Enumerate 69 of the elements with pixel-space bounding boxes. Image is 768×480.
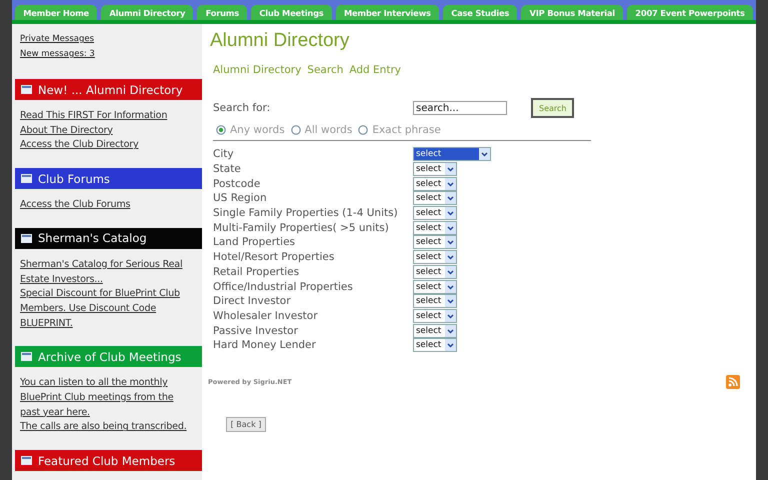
filter-label: Multi-Family Properties( >5 units) — [213, 222, 390, 234]
select-dropdown[interactable]: select — [413, 308, 457, 323]
select-dropdown[interactable]: select — [413, 191, 457, 206]
radio-label: Exact phrase — [372, 124, 441, 136]
filter-label: Hotel/Resort Properties — [213, 251, 336, 264]
select-dropdown[interactable]: select — [413, 294, 457, 308]
radio-label: Any words — [230, 124, 285, 136]
message-link[interactable]: New messages: 3 — [20, 49, 202, 60]
select-dropdown[interactable]: select — [413, 176, 457, 191]
caret-icon — [445, 222, 456, 234]
caret-icon — [445, 295, 456, 308]
filter-label: Postcode — [213, 178, 262, 190]
select-dropdown[interactable]: select — [413, 235, 457, 250]
window-icon — [21, 234, 32, 243]
caret-icon — [445, 163, 456, 176]
filter-label: City — [213, 148, 235, 160]
select-dropdown[interactable]: select — [413, 338, 457, 352]
caret-icon — [445, 251, 456, 264]
sidebar-link[interactable]: Read This FIRST For Information About The Directory — [20, 109, 196, 138]
radio-label: All words — [304, 124, 352, 136]
window-icon — [21, 352, 32, 362]
select-dropdown[interactable]: select — [413, 206, 457, 220]
filter-label: Passive Investor — [213, 324, 299, 337]
message-link[interactable]: Private Messages — [20, 34, 202, 45]
section-title: New! ... Alumni Directory — [38, 82, 183, 96]
select-dropdown[interactable]: select — [413, 147, 491, 162]
select-dropdown[interactable]: select — [413, 280, 457, 294]
sidebar-link[interactable]: The calls are also being transcribed. — [20, 420, 196, 436]
page-title: Alumni Directory — [210, 30, 350, 52]
caret-icon — [445, 207, 456, 220]
back-button[interactable]: [ Back ] — [226, 416, 266, 432]
caret-icon — [445, 310, 456, 322]
caret-icon — [445, 178, 456, 190]
section-title: Club Forums — [38, 172, 110, 186]
caret-icon — [479, 148, 490, 160]
filter-label: Wholesaler Investor — [213, 310, 319, 322]
window-icon — [21, 174, 32, 184]
section-title: Archive of Club Meetings — [38, 350, 182, 364]
select-dropdown[interactable]: select — [413, 162, 457, 176]
window-icon — [21, 85, 32, 94]
sidebar-link[interactable]: Sherman's Catalog for Serious Real Estate Investors... — [20, 258, 196, 288]
caret-icon — [445, 266, 456, 278]
filter-label: Single Family Properties (1-4 Units) — [213, 207, 399, 220]
search-label: Search for: — [213, 102, 272, 114]
filter-label: Direct Investor — [213, 295, 292, 308]
rss-icon[interactable] — [726, 374, 740, 389]
select-dropdown[interactable]: select — [413, 250, 457, 264]
caret-icon — [445, 339, 456, 352]
filter-label: Land Properties — [213, 236, 296, 248]
caret-icon — [445, 236, 456, 248]
sidebar-link[interactable]: You can listen to all the monthly BluePrint Club meetings from the past year here. — [20, 376, 196, 420]
section-title: Featured Club Members — [38, 454, 176, 468]
sidebar-link[interactable]: Access the Club Forums — [20, 198, 196, 213]
select-dropdown[interactable]: select — [413, 220, 457, 235]
sidebar-link[interactable]: Access the Club Directory — [20, 138, 196, 154]
caret-icon — [445, 192, 456, 204]
window-icon — [21, 456, 32, 466]
select-dropdown[interactable]: select — [413, 324, 457, 338]
select-dropdown[interactable]: select — [413, 264, 457, 279]
caret-icon — [445, 280, 456, 293]
filter-label: US Region — [213, 192, 268, 204]
search-field[interactable]: search... — [413, 101, 507, 115]
filter-label: Retail Properties — [213, 266, 300, 278]
section-title: Sherman's Catalog — [38, 231, 147, 246]
sidebar-link[interactable]: Special Discount for BluePrint Club Members. Use Discount Code BLUEPRINT. — [20, 287, 196, 332]
filter-label: State — [213, 163, 242, 176]
filter-label: Office/Industrial Properties — [213, 280, 354, 293]
caret-icon — [445, 324, 456, 337]
filter-label: Hard Money Lender — [213, 339, 317, 352]
